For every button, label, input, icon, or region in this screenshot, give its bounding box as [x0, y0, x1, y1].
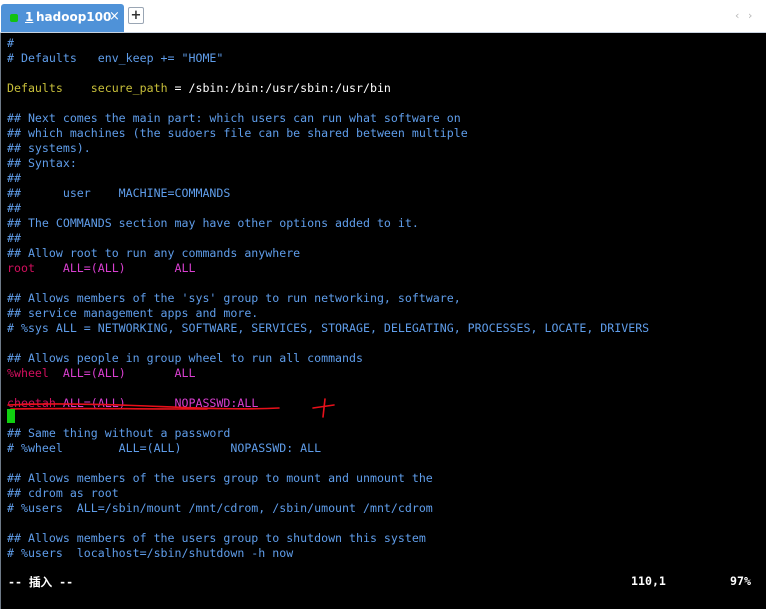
editor-line: ## The COMMANDS section may have other o…	[7, 216, 419, 231]
editor-text-segment: # Defaults env_keep += "HOME"	[7, 51, 224, 65]
editor-text-segment: ## Next comes the main part: which users…	[7, 111, 461, 125]
editor-text-segment: ## user MACHINE=COMMANDS	[7, 186, 231, 200]
editor-text-segment: = /sbin:/bin:/usr/sbin:/usr/bin	[167, 81, 391, 95]
editor-line: ## Next comes the main part: which users…	[7, 111, 461, 126]
editor-line: ## which machines (the sudoers file can …	[7, 126, 468, 141]
editor-line: ## cdrom as root	[7, 486, 119, 501]
editor-line: ## systems).	[7, 141, 91, 156]
session-tab-bar: 1 hadoop100 × + ‹ ›	[0, 0, 766, 33]
editor-line: #	[7, 36, 14, 51]
cursor-position: 110,1	[631, 574, 666, 588]
editor-text-segment: # %users localhost=/sbin/shutdown -h now	[7, 546, 294, 560]
editor-text-segment	[63, 81, 91, 95]
editor-line: ##	[7, 201, 21, 216]
scroll-tabs-left-icon[interactable]: ‹	[735, 9, 739, 22]
editor-text-segment: # %users ALL=/sbin/mount /mnt/cdrom, /sb…	[7, 501, 433, 515]
editor-text-segment: ## systems).	[7, 141, 91, 155]
editor-text-segment: ## Same thing without a password	[7, 426, 231, 440]
editor-text-segment: ## which machines (the sudoers file can …	[7, 126, 468, 140]
editor-line: %wheel ALL=(ALL) ALL	[7, 366, 195, 381]
editor-line: ##	[7, 231, 21, 246]
editor-text-segment: ## Allows members of the 'sys' group to …	[7, 291, 461, 305]
red-check-mark-annotation	[312, 398, 335, 418]
editor-line: ## Allows members of the 'sys' group to …	[7, 291, 461, 306]
editor-line: ## service management apps and more.	[7, 306, 258, 321]
editor-line: # %sys ALL = NETWORKING, SOFTWARE, SERVI…	[7, 321, 649, 336]
red-underline-annotation	[7, 403, 280, 410]
editor-text-segment: #	[7, 36, 14, 50]
editor-line: # %wheel ALL=(ALL) NOPASSWD: ALL	[7, 441, 321, 456]
editor-text-segment: ## The COMMANDS section may have other o…	[7, 216, 419, 230]
session-tab-hadoop100[interactable]: 1 hadoop100 ×	[1, 4, 124, 32]
editor-text-segment: ALL=(ALL) ALL	[34, 261, 196, 275]
editor-text-segment: ## Allows members of the users group to …	[7, 531, 426, 545]
editor-text-segment: root	[7, 261, 35, 275]
editor-text-segment: # %wheel ALL=(ALL) NOPASSWD: ALL	[7, 441, 322, 455]
editor-text-segment: # %sys ALL = NETWORKING, SOFTWARE, SERVI…	[7, 321, 650, 335]
editor-text-segment: ## cdrom as root	[7, 486, 119, 500]
terminal-screen[interactable]: # # Defaults env_keep += "HOME" Defaults s…	[0, 33, 766, 609]
editor-line: ## user MACHINE=COMMANDS	[7, 186, 230, 201]
editor-line: ## Syntax:	[7, 156, 77, 171]
new-tab-button[interactable]: +	[128, 7, 144, 24]
connection-status-icon	[10, 14, 18, 22]
editor-line: ## Allows people in group wheel to run a…	[7, 351, 363, 366]
editor-text-segment: ##	[7, 231, 21, 245]
editor-text-segment: ## Allows people in group wheel to run a…	[7, 351, 363, 365]
tab-title: hadoop100	[36, 10, 112, 24]
editor-line: ## Allow root to run any commands anywhe…	[7, 246, 300, 261]
editor-line: # %users localhost=/sbin/shutdown -h now	[7, 546, 293, 561]
terminal-scrollbar[interactable]	[762, 33, 766, 609]
editor-line: # %users ALL=/sbin/mount /mnt/cdrom, /sb…	[7, 501, 433, 516]
tab-number: 1	[25, 10, 34, 24]
editor-text-segment: secure_path	[90, 81, 168, 95]
file-percent: 97%	[730, 574, 751, 588]
editor-text-segment: ##	[7, 171, 21, 185]
insert-cursor	[7, 409, 15, 423]
editor-text-segment: ## Allow root to run any commands anywhe…	[7, 246, 301, 260]
editor-text-segment: ##	[7, 201, 21, 215]
editor-line: ## Allows members of the users group to …	[7, 531, 426, 546]
vim-mode-indicator: -- 插入 --	[8, 575, 74, 589]
editor-text-segment: %wheel	[7, 366, 49, 380]
terminal-app-window: 1 hadoop100 × + ‹ › # # Defaults env_keep…	[0, 0, 766, 609]
editor-text-segment: ALL=(ALL) ALL	[48, 366, 196, 380]
editor-line: ## Same thing without a password	[7, 426, 230, 441]
editor-text-segment: ## service management apps and more.	[7, 306, 259, 320]
editor-line: ##	[7, 171, 21, 186]
editor-line: # Defaults env_keep += "HOME"	[7, 51, 223, 66]
editor-text-segment: ## Allows members of the users group to …	[7, 471, 433, 485]
editor-text-segment: Defaults	[7, 81, 63, 95]
scroll-tabs-right-icon[interactable]: ›	[748, 9, 752, 22]
editor-text-segment: ## Syntax:	[7, 156, 77, 170]
editor-line: Defaults secure_path = /sbin:/bin:/usr/s…	[7, 81, 391, 96]
editor-line: root ALL=(ALL) ALL	[7, 261, 195, 276]
tab-close-icon[interactable]: ×	[109, 9, 120, 24]
editor-line: ## Allows members of the users group to …	[7, 471, 433, 486]
